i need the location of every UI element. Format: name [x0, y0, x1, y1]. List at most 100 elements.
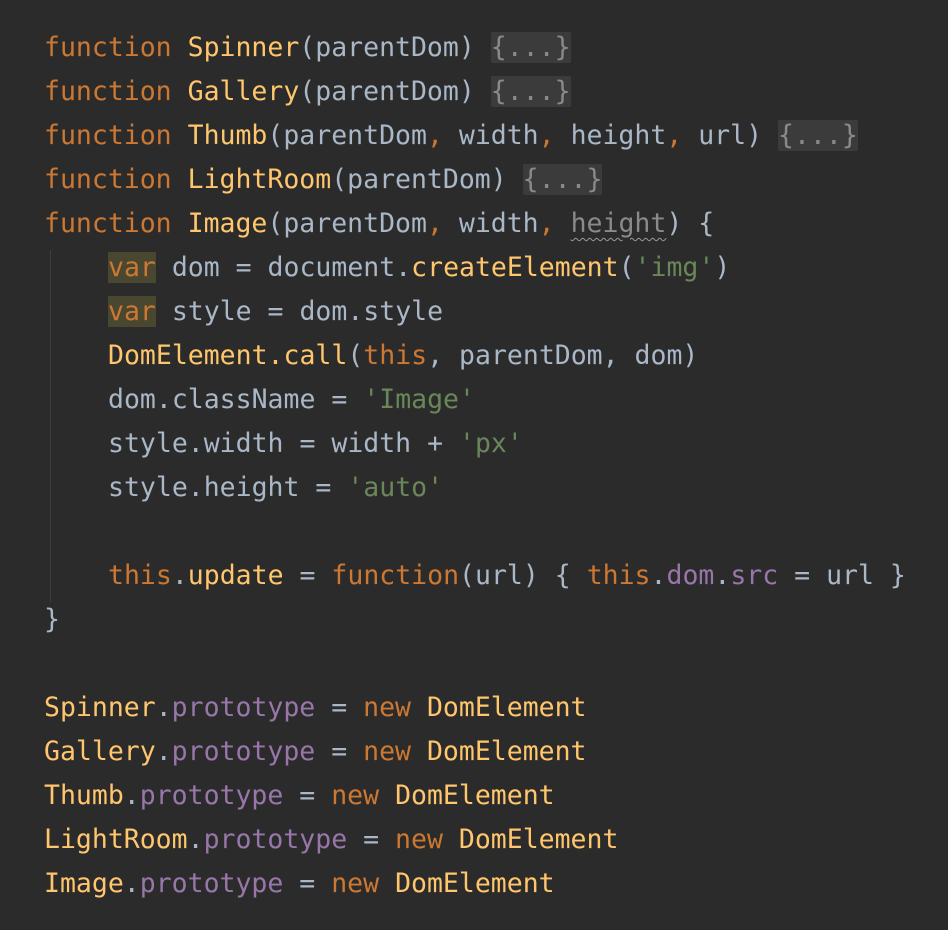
code-line[interactable]: function Image(parentDom, width, height)…: [44, 202, 906, 246]
code-line[interactable]: style.width = width + 'px': [44, 422, 906, 466]
code-line[interactable]: this.update = function(url) { this.dom.s…: [44, 554, 906, 598]
code-line[interactable]: var style = dom.style: [44, 290, 906, 334]
code-token: width: [442, 120, 539, 151]
code-token: style.width = width +: [108, 428, 459, 459]
code-token: ,: [538, 120, 555, 151]
code-token: width: [442, 208, 539, 239]
code-line[interactable]: DomElement.call(this, parentDom, dom): [44, 334, 906, 378]
code-token: new: [331, 780, 380, 811]
code-line[interactable]: Spinner.prototype = new DomElement: [44, 686, 906, 730]
code-token: this: [586, 560, 651, 591]
code-token: .: [155, 692, 172, 723]
code-token: prototype: [139, 868, 284, 899]
code-token: (parentDom): [299, 32, 491, 63]
folded-code-placeholder[interactable]: {...}: [490, 76, 571, 107]
code-token: new: [363, 692, 411, 723]
code-line[interactable]: function Thumb(parentDom, width, height,…: [44, 114, 906, 158]
code-token: (parentDom: [267, 120, 427, 151]
code-token: 'auto': [347, 472, 444, 503]
code-token: var: [108, 296, 156, 327]
code-token: =: [315, 736, 364, 767]
code-token: prototype: [171, 736, 316, 767]
code-token: style.height =: [108, 472, 348, 503]
code-token: (parentDom): [331, 164, 523, 195]
code-token: function: [331, 560, 460, 591]
code-token: LightRoom: [44, 824, 188, 855]
code-token: ) {: [666, 208, 715, 239]
folded-code-placeholder[interactable]: {...}: [522, 164, 603, 195]
code-token: DomElement: [426, 692, 587, 723]
code-token: ,: [426, 208, 443, 239]
code-token: (parentDom: [267, 208, 427, 239]
code-token: prototype: [171, 692, 316, 723]
code-line[interactable]: function Spinner(parentDom) {...}: [44, 26, 906, 70]
code-token: DomElement: [395, 780, 555, 811]
code-token: Gallery: [44, 736, 156, 767]
code-line[interactable]: style.height = 'auto': [44, 466, 906, 510]
code-token: Thumb: [44, 780, 124, 811]
code-line[interactable]: }: [44, 598, 906, 642]
code-token: prototype: [139, 780, 284, 811]
code-token: =: [283, 780, 332, 811]
code-token: Image: [44, 868, 124, 899]
code-line[interactable]: Image.prototype = new DomElement: [44, 862, 906, 906]
code-token: Spinner: [44, 692, 156, 723]
code-line[interactable]: [44, 510, 906, 554]
folded-code-placeholder[interactable]: {...}: [490, 32, 571, 63]
code-line[interactable]: Thumb.prototype = new DomElement: [44, 774, 906, 818]
code-token: 'img': [634, 252, 715, 283]
code-token: (url) {: [459, 560, 587, 591]
code-token: LightRoom: [187, 164, 332, 195]
code-token: .: [123, 780, 140, 811]
code-token: ,: [426, 120, 443, 151]
code-line[interactable]: function Gallery(parentDom) {...}: [44, 70, 906, 114]
code-token: = url }: [778, 560, 906, 591]
code-token: function: [44, 32, 172, 63]
code-token: DomElement: [395, 868, 555, 899]
code-token: update: [187, 560, 284, 591]
code-token: var: [108, 252, 156, 283]
code-editor[interactable]: function Spinner(parentDom) {...} functio…: [0, 0, 948, 930]
code-token: url): [682, 120, 778, 151]
code-token: .: [187, 824, 204, 855]
code-token: this: [363, 340, 428, 371]
code-line[interactable]: dom.className = 'Image': [44, 378, 906, 422]
code-token: DomElement: [458, 824, 619, 855]
code-token: .: [650, 560, 667, 591]
code-line[interactable]: var dom = document.createElement('img'): [44, 246, 906, 290]
code-token: dom.className =: [108, 384, 364, 415]
code-token: prototype: [203, 824, 348, 855]
code-line[interactable]: function LightRoom(parentDom) {...}: [44, 158, 906, 202]
folded-code-placeholder[interactable]: {...}: [778, 120, 858, 151]
code-token: new: [395, 824, 443, 855]
code-token: =: [315, 692, 364, 723]
code-token: dom = document.: [155, 252, 412, 283]
code-line[interactable]: LightRoom.prototype = new DomElement: [44, 818, 906, 862]
code-token: ,: [538, 208, 555, 239]
code-token: Gallery: [187, 76, 300, 107]
code-token: (: [618, 252, 635, 283]
code-token: 'Image': [363, 384, 475, 415]
code-token: .: [155, 736, 172, 767]
code-token: .: [714, 560, 731, 591]
code-area[interactable]: function Spinner(parentDom) {...} functio…: [44, 26, 906, 906]
code-token: (parentDom): [299, 76, 491, 107]
code-token: function: [44, 208, 172, 239]
code-token: this: [108, 560, 172, 591]
code-token: createElement: [411, 252, 619, 283]
code-token: Spinner: [187, 32, 300, 63]
code-token: .: [171, 560, 188, 591]
code-line[interactable]: Gallery.prototype = new DomElement: [44, 730, 906, 774]
code-line[interactable]: [44, 642, 906, 686]
code-token: =: [283, 868, 332, 899]
